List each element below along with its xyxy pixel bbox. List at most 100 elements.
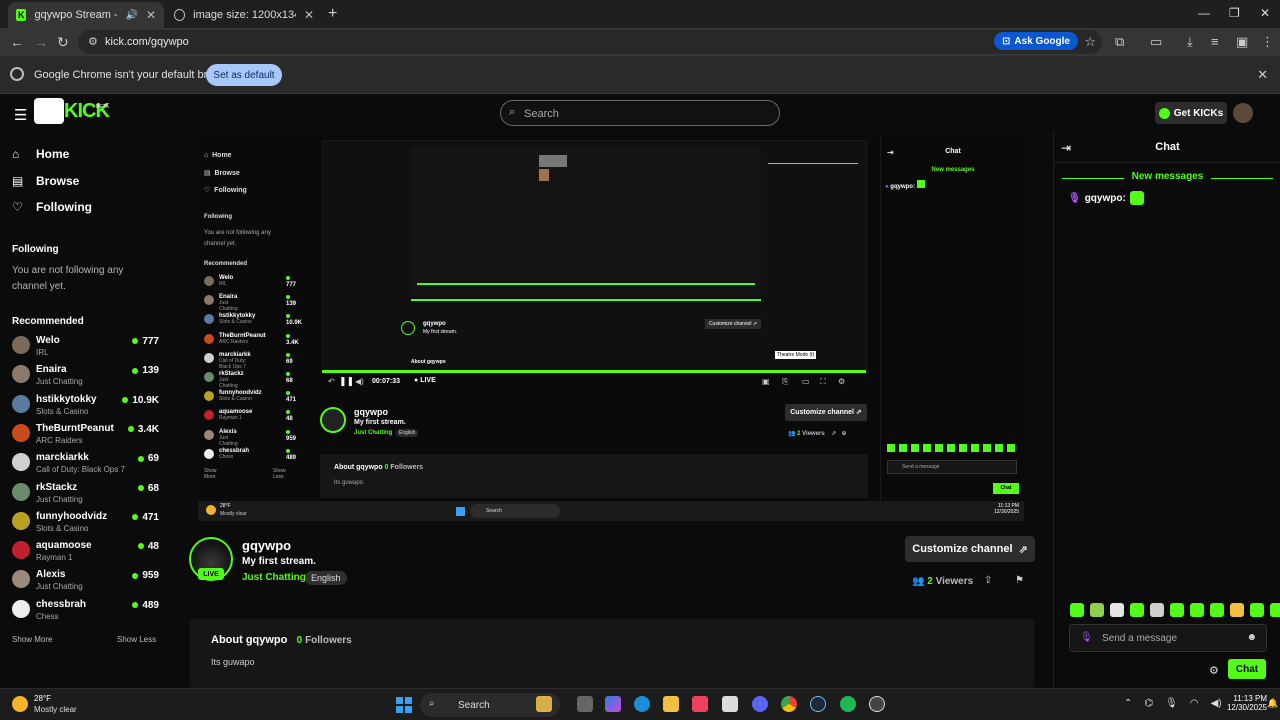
- pip-icon[interactable]: ▣: [762, 377, 770, 386]
- emote-icon[interactable]: [1190, 603, 1204, 617]
- recommended-channel[interactable]: marckiarkk Call of Duty: Black Ops 7 69: [12, 451, 159, 477]
- emote-icon[interactable]: [1070, 603, 1084, 617]
- back-icon[interactable]: ←: [10, 34, 24, 50]
- sidebar-item-browse[interactable]: ▤ Browse: [12, 174, 79, 188]
- share-icon[interactable]: ⇪: [984, 575, 992, 586]
- forward-icon[interactable]: →: [34, 34, 48, 50]
- sidebar-item-home[interactable]: ⌂ Home: [12, 147, 69, 161]
- live-dot-icon: [132, 338, 139, 345]
- address-bar[interactable]: ⚙ kick.com/gqywpo ⊡ Ask Google ☆: [78, 30, 1102, 54]
- chat-settings-icon[interactable]: ⚙: [1209, 664, 1219, 677]
- video-player[interactable]: ⌂ Home ▤ Browse ♡ Following Following Yo…: [198, 134, 1024, 521]
- minimize-icon[interactable]: —: [1198, 6, 1210, 20]
- volume-icon[interactable]: ◀): [1211, 698, 1222, 709]
- discord-icon[interactable]: [752, 696, 768, 712]
- emote-icon[interactable]: [1270, 603, 1280, 617]
- steam-icon[interactable]: [810, 696, 826, 712]
- tab-kick-stream[interactable]: K gqywpo Stream - Watch Live 🔊 ✕: [8, 2, 164, 28]
- bookmark-star-icon[interactable]: ☆: [1084, 34, 1096, 50]
- theatre-mode-icon[interactable]: ▭: [802, 377, 810, 386]
- close-tab-icon[interactable]: ✕: [304, 8, 314, 22]
- download-icon[interactable]: ⤓: [1187, 34, 1193, 50]
- recommended-channel[interactable]: rkStackz Just Chatting 68: [12, 481, 159, 507]
- spotify-icon[interactable]: [840, 696, 856, 712]
- url-text[interactable]: kick.com/gqywpo: [105, 36, 189, 48]
- kick-logo[interactable]: KICK BETA: [34, 98, 110, 126]
- chat-username[interactable]: gqywpo:: [1085, 193, 1126, 204]
- network-icon[interactable]: ⌬: [1144, 698, 1153, 709]
- settings-icon[interactable]: ⚙: [838, 377, 845, 386]
- new-messages-divider[interactable]: New messages: [1054, 171, 1280, 182]
- recommended-channel[interactable]: hstikkytokky Slots & Casino 10.9K: [12, 393, 159, 419]
- show-more-button[interactable]: Show More: [12, 635, 52, 644]
- user-avatar[interactable]: [1233, 103, 1253, 123]
- tab-image-search[interactable]: image size: 1200x134px banne ✕: [166, 2, 322, 28]
- task-view-icon[interactable]: [577, 696, 593, 712]
- system-clock[interactable]: 11:13 PM 12/30/2025: [1225, 694, 1267, 712]
- fullscreen-icon[interactable]: ⛶: [820, 377, 826, 387]
- obs-icon[interactable]: [869, 696, 885, 712]
- recommended-channel[interactable]: TheBurntPeanut ARC Raiders 3.4K: [12, 422, 159, 448]
- user-options-icon[interactable]: ⚑: [1015, 575, 1024, 586]
- emote-icon[interactable]: [1170, 603, 1184, 617]
- close-window-icon[interactable]: ✕: [1260, 6, 1270, 20]
- search-input[interactable]: ⌕ Search: [500, 100, 780, 126]
- close-infobar-icon[interactable]: ✕: [1257, 67, 1268, 83]
- recommended-channel[interactable]: Alexis Just Chatting 959: [12, 568, 159, 594]
- recommended-channel[interactable]: Welo IRL 777: [12, 334, 159, 360]
- site-info-icon[interactable]: ⚙: [88, 35, 98, 48]
- customize-channel-button[interactable]: Customize channel ⇗: [905, 536, 1035, 562]
- tray-overflow-icon[interactable]: ⌃: [1124, 698, 1132, 709]
- hamburger-menu-icon[interactable]: ☰: [14, 106, 27, 124]
- live-dot-icon: [132, 514, 139, 521]
- reload-icon[interactable]: ↻: [57, 34, 69, 51]
- music-icon[interactable]: [692, 696, 708, 712]
- chat-message-input[interactable]: 🎙 Send a message ☻: [1069, 624, 1267, 652]
- maximize-icon[interactable]: ❐: [1229, 6, 1240, 20]
- playback-progress-bar[interactable]: [322, 370, 866, 373]
- mic-icon[interactable]: 🎙: [1165, 698, 1178, 709]
- emote-icon[interactable]: [1250, 603, 1264, 617]
- set-default-button[interactable]: Set as default: [206, 64, 282, 86]
- notification-bell-icon[interactable]: 🔔: [1267, 698, 1278, 709]
- stream-category[interactable]: Just Chatting: [242, 572, 306, 583]
- emoji-picker-icon[interactable]: ☻: [1246, 632, 1257, 643]
- speaker-icon[interactable]: 🔊: [125, 10, 137, 21]
- clip-icon[interactable]: ⎘: [782, 377, 788, 387]
- file-explorer-icon[interactable]: [663, 696, 679, 712]
- language-tag[interactable]: English: [305, 571, 347, 585]
- wifi-icon[interactable]: ◠: [1190, 698, 1199, 709]
- emote-icon[interactable]: [1090, 603, 1104, 617]
- volume-icon[interactable]: ◀): [355, 377, 364, 386]
- menu-icon[interactable]: ⋮: [1261, 34, 1274, 50]
- recommended-channel[interactable]: chessbrah Chess 489: [12, 598, 159, 624]
- emote-icon[interactable]: [1210, 603, 1224, 617]
- close-tab-icon[interactable]: ✕: [146, 8, 156, 22]
- rewind-icon[interactable]: ↶: [328, 377, 335, 386]
- emote-icon[interactable]: [1150, 603, 1164, 617]
- start-menu-icon[interactable]: [396, 697, 412, 713]
- extensions-icon[interactable]: ⧉: [1115, 34, 1124, 50]
- widget-icon[interactable]: [536, 696, 552, 712]
- new-tab-button[interactable]: +: [328, 5, 337, 23]
- chat-send-button[interactable]: Chat: [1228, 659, 1266, 679]
- ask-google-button[interactable]: ⊡ Ask Google: [994, 32, 1078, 50]
- emote-icon[interactable]: [1130, 603, 1144, 617]
- recommended-channel[interactable]: Enaira Just Chatting 139: [12, 363, 159, 389]
- emote-icon[interactable]: [1230, 603, 1244, 617]
- show-less-button[interactable]: Show Less: [117, 635, 156, 644]
- edge-icon[interactable]: [634, 696, 650, 712]
- reading-list-icon[interactable]: ≡: [1211, 34, 1219, 49]
- chrome-icon[interactable]: [781, 696, 797, 712]
- recommended-channel[interactable]: aquamoose Rayman 1 48: [12, 539, 159, 565]
- profile-icon[interactable]: ▣: [1236, 34, 1248, 50]
- emote-icon[interactable]: [1110, 603, 1124, 617]
- cast-icon[interactable]: ▭: [1150, 34, 1162, 50]
- pause-icon[interactable]: ❚❚: [339, 376, 354, 387]
- channel-name[interactable]: gqywpo: [242, 538, 291, 553]
- get-kicks-button[interactable]: Get KICKs: [1155, 102, 1227, 124]
- copilot-icon[interactable]: [605, 696, 621, 712]
- store-icon[interactable]: [722, 696, 738, 712]
- recommended-channel[interactable]: funnyhoodvidz Slots & Casino 471: [12, 510, 159, 536]
- sidebar-item-following[interactable]: ♡ Following: [12, 200, 92, 214]
